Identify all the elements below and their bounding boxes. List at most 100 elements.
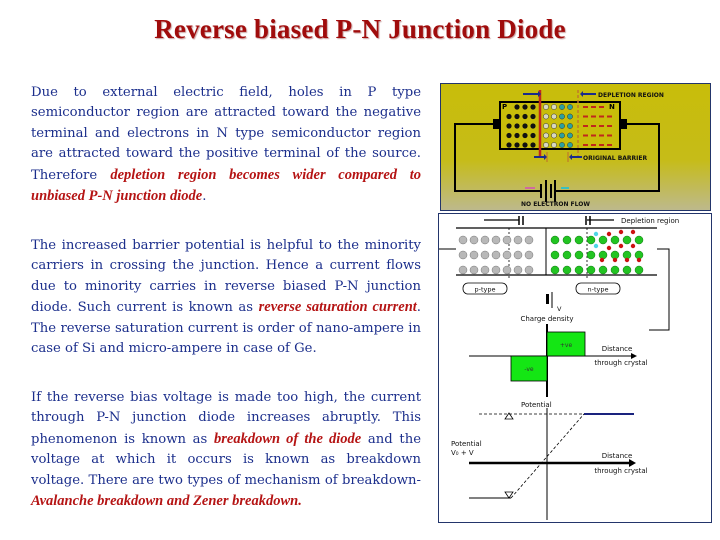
donor-atom [610,235,620,245]
hole-dot [514,113,520,120]
acceptor-atom [513,250,523,260]
label-original-barrier: ORIGINAL BARRIER [583,155,647,162]
ion-dot [543,123,549,129]
ion-dot [559,104,565,110]
free-carrier [630,229,636,235]
free-carrier [593,243,599,249]
donor-atom [550,250,560,260]
donor-atom [598,265,608,275]
potential-x-label-2: through crystal [594,467,647,475]
hole-dot [530,113,536,120]
junction-diagram: Depletion region p-type n-type V Charge … [439,216,679,520]
emphasis-text: breakdown of the diode [213,430,362,447]
arrow-icon [629,459,636,467]
donor-atom [622,265,632,275]
acceptor-atom [524,235,534,245]
acceptor-atom [513,235,523,245]
ion-dot [559,123,565,129]
paragraph-breakdown: If the reverse bias voltage is made too … [31,388,421,512]
label-depletion-region: Depletion region [621,217,679,225]
ion-dot [551,132,557,139]
free-carrier [636,257,642,263]
free-carrier [606,245,612,251]
free-carrier [599,257,605,263]
label-depletion-region: DEPLETION REGION [598,92,664,99]
hole-dot [514,104,520,110]
hole-dot [530,132,536,139]
depletion-charge-potential-figure: Depletion region p-type n-type V Charge … [438,213,712,523]
acceptor-atom [480,235,490,245]
acceptor-atom [513,265,523,275]
emphasis-text: reverse saturation current [258,299,417,316]
acceptor-atom [480,250,490,260]
label-p: P [502,103,507,111]
hole-dot [514,132,520,139]
acceptor-atom [469,265,479,275]
battery-icon [546,294,549,304]
donor-atom [598,250,608,260]
donor-atom [574,250,584,260]
acceptor-atom [469,235,479,245]
free-carrier [618,243,624,249]
label-v: V [557,305,562,313]
ion-dot [543,104,549,110]
donor-atom [598,235,608,245]
hole-dot [506,123,512,129]
acceptor-atom [480,265,490,275]
ion-dot [559,132,565,139]
potential-left-label-2: V₀ + V [451,449,474,457]
hole-dot [514,142,520,148]
hole-dot [506,142,512,148]
ion-dot [559,113,565,120]
donor-atom [610,250,620,260]
donor-atom [586,265,596,275]
free-carrier [618,229,624,235]
hole-dot [530,123,536,129]
donor-atom [586,235,596,245]
potential-label: Potential [521,401,552,409]
acceptor-atom [458,250,468,260]
hole-dot [522,113,528,120]
positive-charge-label: +ve [560,342,573,349]
donor-atom [574,265,584,275]
donor-atom [610,265,620,275]
ion-dot [551,113,557,120]
potential-left-label-1: Potential [451,440,482,448]
ion-dot [543,113,549,120]
ion-dot [567,132,573,139]
ion-dot [567,123,573,129]
acceptor-atom [491,265,501,275]
acceptor-atom [458,235,468,245]
free-carrier [624,257,630,263]
ion-dot [567,113,573,120]
ion-dot [543,132,549,139]
donor-atom [550,235,560,245]
acceptor-atom [502,235,512,245]
acceptor-atom [524,265,534,275]
ion-dot [543,142,549,148]
paragraph-saturation-current: The increased barrier potential is helpf… [31,236,421,359]
charge-density-label: Charge density [520,315,573,323]
reverse-bias-circuit-figure: P N DEPLETION REGION ORIGINAL BARRIER NO… [440,83,711,211]
hole-dot [522,142,528,148]
acceptor-atom [458,265,468,275]
ion-dot [559,142,565,148]
free-carrier [606,231,612,237]
wire-right [649,248,670,331]
donor-atom [622,235,632,245]
acceptor-atom [491,250,501,260]
hole-dot [506,132,512,139]
label-p-type: p-type [475,286,496,294]
emphasis-text: Avalanche breakdown and Zener breakdown. [31,493,302,510]
free-carrier [612,257,618,263]
hole-dot [506,113,512,120]
ion-dot [567,104,573,110]
acceptor-atom [502,250,512,260]
donor-atom [550,265,560,275]
charge-x-label-1: Distance [602,345,633,353]
ion-dot [551,104,557,110]
donor-atom [562,265,572,275]
acceptor-atom [502,265,512,275]
ion-dot [567,142,573,148]
donor-atom [634,250,644,260]
